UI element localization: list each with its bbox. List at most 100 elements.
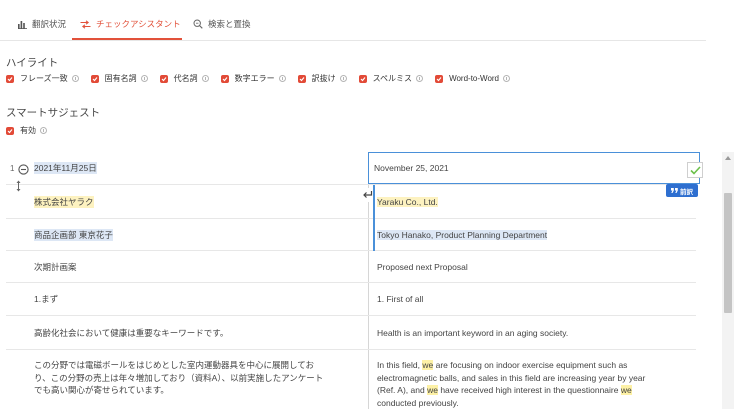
target-cell[interactable]: Health is an important keyword in an agi… — [372, 316, 696, 349]
source-cell[interactable]: 2021年11月25日 — [34, 152, 364, 184]
source-text: 次期計画案 — [34, 261, 77, 272]
option-proper-noun[interactable]: 固有名詞 — [90, 73, 148, 84]
source-text: 2021年11月25日 — [34, 162, 97, 174]
vertical-scrollbar[interactable] — [722, 152, 734, 409]
option-label: スペルミス — [372, 74, 413, 83]
segment-grid: 1 2021年11月25日 November 25, 2021 前訳 株式会社ヤ… — [6, 152, 723, 409]
scroll-up-icon[interactable] — [725, 156, 731, 160]
search-replace-icon — [193, 19, 203, 29]
info-icon[interactable] — [201, 75, 209, 82]
segment-row[interactable]: この分野では電磁ボールをはじめとした室内運動器具を中心に展開しており、この分野の… — [6, 350, 696, 409]
tab-divider — [0, 40, 706, 41]
checkbox[interactable] — [220, 74, 229, 83]
check-icon — [222, 76, 228, 81]
tab-label: チェックアシスタント — [96, 19, 181, 29]
target-cell[interactable]: 1. First of all — [372, 283, 696, 315]
check-icon — [299, 76, 305, 81]
option-label: 代名詞 — [173, 74, 198, 83]
option-label: 固有名詞 — [104, 74, 137, 83]
target-text: In this field, we are focusing on indoor… — [377, 360, 648, 408]
checkbox[interactable] — [435, 74, 444, 83]
highlight-section-title: ハイライト — [6, 57, 59, 69]
target-cell[interactable]: Yaraku Co., Ltd. — [372, 185, 696, 218]
source-cell[interactable]: 1.まず — [34, 283, 364, 315]
option-omission[interactable]: 訳抜け — [297, 73, 347, 84]
target-text: Yaraku Co., Ltd. — [377, 196, 438, 207]
segment-row[interactable]: 1.まず 1. First of all — [6, 283, 696, 316]
smart-suggest-section-title: スマートサジェスト — [6, 107, 101, 119]
pronoun-highlight: we — [422, 360, 434, 370]
target-text: Proposed next Proposal — [377, 261, 468, 272]
segment-number: 1 — [10, 164, 15, 173]
tab-label: 翻訳状況 — [32, 19, 67, 29]
swap-check-icon — [80, 19, 91, 29]
info-icon[interactable] — [40, 127, 47, 134]
segment-row[interactable]: 商品企画部 東京花子 Tokyo Hanako, Product Plannin… — [6, 219, 696, 251]
collapse-icon[interactable] — [18, 162, 29, 180]
tab-translation-status[interactable]: 翻訳状況 — [18, 14, 66, 34]
source-text: 商品企画部 東京花子 — [34, 228, 113, 241]
info-icon[interactable] — [278, 75, 286, 82]
target-text: November 25, 2021 — [374, 163, 449, 173]
info-icon[interactable] — [71, 75, 79, 82]
target-text: Health is an important keyword in an agi… — [377, 327, 569, 338]
target-cell[interactable]: November 25, 2021 — [368, 152, 700, 184]
info-icon[interactable] — [339, 75, 347, 82]
option-number-error[interactable]: 数字エラー — [220, 73, 286, 84]
row-status-bar — [373, 185, 375, 219]
source-cell[interactable]: 商品企画部 東京花子 — [34, 219, 364, 250]
option-label: 有効 — [20, 126, 36, 135]
info-icon[interactable] — [140, 75, 148, 82]
source-cell[interactable]: 株式会社ヤラク — [34, 185, 364, 218]
tab-bar: 翻訳状況 チェックアシスタント 検索と置換 — [0, 0, 734, 42]
source-text: 高齢化社会において健康は重要なキーワードです。 — [34, 327, 229, 338]
option-word-to-word[interactable]: Word-to-Word — [435, 74, 510, 83]
checkbox[interactable] — [159, 74, 168, 83]
segment-row[interactable]: 次期計画案 Proposed next Proposal — [6, 251, 696, 283]
check-icon — [7, 128, 13, 133]
checkbox[interactable] — [6, 126, 14, 135]
source-cell[interactable]: 高齢化社会において健康は重要なキーワードです。 — [34, 316, 364, 349]
confirm-segment-button[interactable] — [687, 162, 703, 178]
pronoun-highlight: we — [620, 385, 632, 395]
option-enabled[interactable]: 有効 — [6, 125, 47, 136]
option-label: 訳抜け — [311, 74, 336, 83]
source-text: 株式会社ヤラク — [34, 195, 94, 208]
segment-row[interactable]: 株式会社ヤラク Yaraku Co., Ltd. — [6, 185, 696, 219]
info-icon[interactable] — [503, 75, 510, 82]
check-icon — [7, 76, 13, 81]
bar-chart-icon — [18, 20, 27, 29]
row-status-bar — [373, 219, 375, 251]
pronoun-highlight: we — [427, 385, 438, 395]
option-label: フレーズ一致 — [20, 74, 68, 83]
check-icon — [436, 76, 442, 81]
checkbox[interactable] — [90, 74, 99, 83]
info-icon[interactable] — [416, 75, 424, 82]
target-text: Tokyo Hanako, Product Planning Departmen… — [377, 229, 548, 240]
target-cell[interactable]: Proposed next Proposal — [372, 251, 696, 282]
check-icon — [360, 76, 366, 81]
target-cell[interactable]: Tokyo Hanako, Product Planning Departmen… — [372, 219, 696, 250]
tab-search-replace[interactable]: 検索と置換 — [193, 14, 251, 34]
checkmark-icon — [689, 165, 701, 175]
tab-check-assistant[interactable]: チェックアシスタント — [80, 14, 181, 34]
option-pronoun[interactable]: 代名詞 — [159, 73, 209, 84]
option-phrase-match[interactable]: フレーズ一致 — [6, 73, 79, 84]
checkbox[interactable] — [358, 74, 367, 83]
target-text: 1. First of all — [377, 294, 424, 304]
scrollbar-thumb[interactable] — [724, 193, 732, 313]
source-text: 1.まず — [34, 294, 59, 304]
checkbox[interactable] — [297, 74, 306, 83]
checkbox[interactable] — [6, 74, 14, 83]
option-spelling[interactable]: スペルミス — [358, 73, 424, 84]
check-icon — [92, 76, 98, 81]
target-cell[interactable]: In this field, we are focusing on indoor… — [372, 350, 696, 409]
highlight-options: フレーズ一致 固有名詞 代名詞 数字エラー 訳抜け スペルミス Word-to-… — [6, 73, 522, 84]
source-text: この分野では電磁ボールをはじめとした室内運動器具を中心に展開しており、この分野の… — [34, 360, 324, 395]
check-icon — [161, 76, 167, 81]
segment-row[interactable]: 高齢化社会において健康は重要なキーワードです。 Health is an imp… — [6, 316, 696, 350]
option-label: 数字エラー — [234, 74, 275, 83]
source-cell[interactable]: 次期計画案 — [34, 251, 364, 282]
source-cell[interactable]: この分野では電磁ボールをはじめとした室内運動器具を中心に展開しており、この分野の… — [34, 350, 364, 409]
segment-row[interactable]: 1 2021年11月25日 November 25, 2021 前訳 — [6, 152, 703, 197]
